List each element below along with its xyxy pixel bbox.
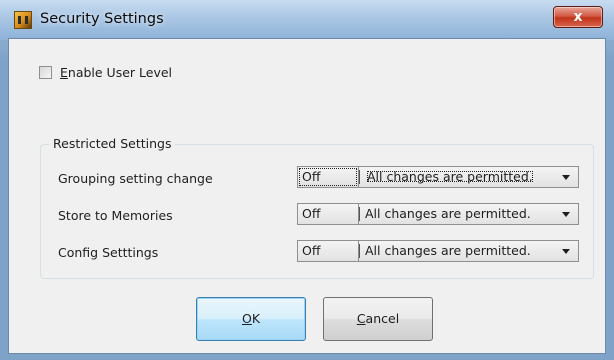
restricted-settings-group: Restricted Settings Grouping setting cha…: [40, 136, 594, 279]
row-label-store-memories: Store to Memories: [58, 208, 173, 223]
dialog-client-area: Enable User Level Restricted Settings Gr…: [8, 38, 606, 354]
row-label-grouping: Grouping setting change: [58, 171, 213, 186]
store-memories-level-combo[interactable]: Off: [297, 203, 359, 225]
grouping-permission-value: All changes are permitted.: [366, 169, 533, 184]
label-rest: nable User Level: [67, 65, 173, 80]
window-title: Security Settings: [40, 11, 164, 27]
grouping-permission-combo[interactable]: All changes are permitted.: [359, 166, 579, 188]
store-memories-combos: Off All changes are permitted.: [297, 203, 579, 225]
config-combos: Off All changes are permitted.: [297, 240, 579, 262]
cancel-label-rest: ancel: [365, 311, 400, 326]
config-permission-value: All changes are permitted.: [365, 243, 531, 258]
grouping-combos: Off All changes are permitted.: [297, 166, 579, 188]
app-icon: [14, 11, 32, 29]
chevron-down-icon[interactable]: [562, 249, 570, 254]
grouping-level-combo[interactable]: Off: [297, 166, 359, 188]
mnemonic-e: E: [60, 65, 68, 80]
row-label-config: Config Setttings: [58, 245, 159, 260]
ok-mnemonic: O: [241, 311, 252, 326]
enable-user-level-checkbox[interactable]: [39, 66, 52, 79]
enable-user-level-label: Enable User Level: [60, 65, 172, 80]
config-level-combo[interactable]: Off: [297, 240, 359, 262]
store-memories-permission-value: All changes are permitted.: [365, 206, 531, 221]
group-title: Restricted Settings: [49, 136, 176, 151]
security-settings-window: Security Settings x Enable User Level Re…: [0, 0, 614, 360]
enable-user-level-option[interactable]: Enable User Level: [39, 65, 172, 80]
close-button[interactable]: x: [553, 6, 603, 28]
ok-label-rest: K: [251, 311, 261, 326]
chevron-down-icon[interactable]: [562, 212, 570, 217]
cancel-button[interactable]: Cancel: [323, 297, 433, 341]
chevron-down-icon[interactable]: [562, 175, 570, 180]
config-permission-combo[interactable]: All changes are permitted.: [359, 240, 579, 262]
ok-button[interactable]: OK: [196, 297, 306, 341]
store-memories-permission-combo[interactable]: All changes are permitted.: [359, 203, 579, 225]
title-bar[interactable]: Security Settings x: [0, 0, 614, 40]
close-icon: x: [573, 9, 583, 25]
cancel-mnemonic: C: [356, 311, 366, 326]
